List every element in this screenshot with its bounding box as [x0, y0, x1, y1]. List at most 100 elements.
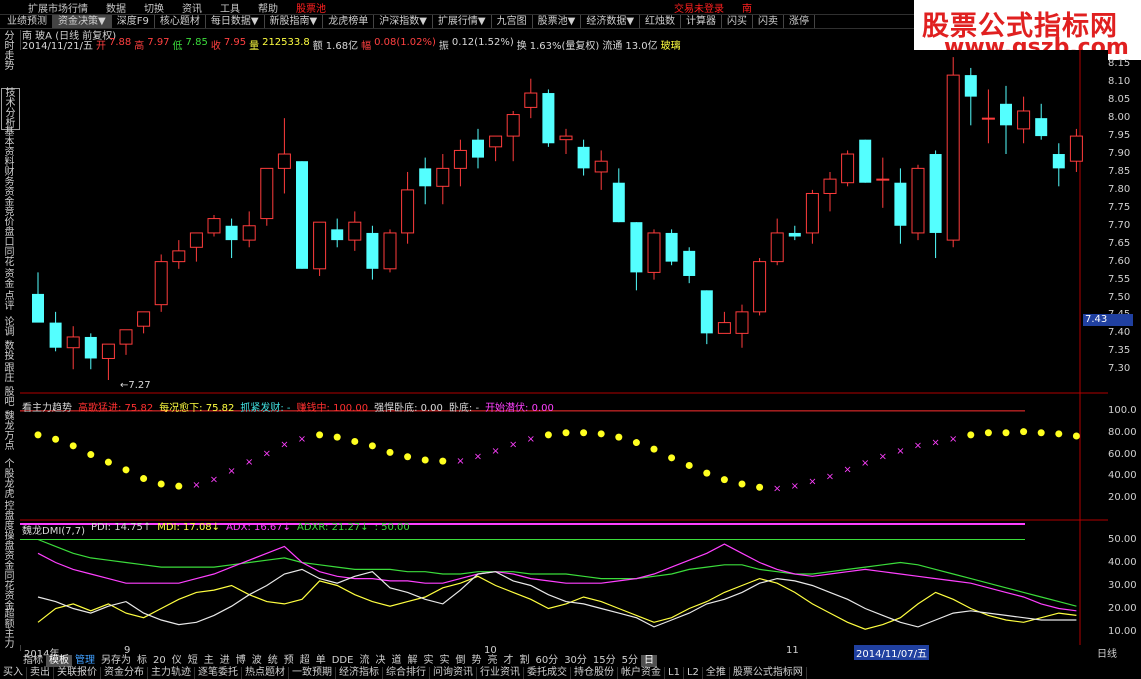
candle-body	[665, 232, 678, 262]
status-item[interactable]: L1	[665, 667, 684, 679]
indicator-tab[interactable]: 30分	[561, 655, 590, 667]
indicator-tab[interactable]: 仪	[169, 655, 185, 667]
status-item[interactable]: 帐户资金	[618, 667, 665, 679]
indicator-tab[interactable]: 超	[297, 655, 313, 667]
sidebar-item[interactable]: 论调	[1, 318, 18, 338]
indicator-tab[interactable]: 15分	[590, 655, 619, 667]
status-item[interactable]: 资金分布	[101, 667, 148, 679]
status-item[interactable]: 问询资讯	[430, 667, 477, 679]
status-item[interactable]: 关联报价	[54, 667, 101, 679]
status-item[interactable]: 主力轨迹	[148, 667, 195, 679]
status-item[interactable]: 一致预期	[289, 667, 336, 679]
indicator-tab[interactable]: 实	[436, 655, 452, 667]
toolbar-item[interactable]: 股票池▼	[533, 15, 582, 28]
login-status[interactable]: 交易未登录	[674, 0, 724, 15]
menu-item[interactable]: 扩展市场行情	[28, 0, 88, 15]
sidebar-item[interactable]: 分时走势	[1, 32, 18, 72]
indicator-tab[interactable]: 5分	[619, 655, 641, 667]
sidebar-item[interactable]: 基本资料	[1, 128, 18, 168]
indicator-tab[interactable]: 日	[641, 655, 658, 667]
toolbar-item[interactable]: 闪买	[722, 15, 754, 28]
indicator-tab[interactable]: 另存为	[98, 655, 134, 667]
menu-item[interactable]: 工具	[220, 0, 240, 15]
toolbar-item[interactable]: 计算器	[681, 15, 723, 28]
sidebar-item[interactable]: 财务资金	[1, 168, 18, 208]
indicator-tab[interactable]: 才	[500, 655, 516, 667]
stock-pool-link[interactable]: 股票池	[296, 0, 326, 15]
indicator-tab[interactable]: 倒	[452, 655, 468, 667]
toolbar-item[interactable]: 每日数据▼	[206, 15, 265, 28]
indicator-tab[interactable]: 单	[313, 655, 329, 667]
status-item[interactable]: 综合排行	[383, 667, 430, 679]
toolbar-item[interactable]: 扩展行情▼	[433, 15, 492, 28]
status-item[interactable]: 行业资讯	[477, 667, 524, 679]
status-item[interactable]: 逐笔委托	[195, 667, 242, 679]
sidebar-item[interactable]: 控盘度	[1, 502, 18, 532]
status-item[interactable]: 卖出	[27, 667, 54, 679]
toolbar-item[interactable]: 新股指南▼	[265, 15, 324, 28]
indicator-tab[interactable]: 指标	[20, 655, 46, 667]
status-item[interactable]: 股票公式指标网	[730, 667, 807, 679]
sidebar-item[interactable]: 股吧	[1, 388, 18, 408]
menu-item[interactable]: 数据	[106, 0, 126, 15]
toolbar-item[interactable]: 沪深指数▼	[374, 15, 433, 28]
sub1-name[interactable]: 看主力趋势	[22, 399, 72, 414]
indicator-tab[interactable]: 割	[516, 655, 532, 667]
indicator-tab[interactable]: 道	[388, 655, 404, 667]
toolbar-item[interactable]: 九宫图	[492, 15, 533, 28]
status-item[interactable]: 经济指标	[336, 667, 383, 679]
toolbar-item[interactable]: 经济数据▼	[581, 15, 641, 28]
indicator-tab[interactable]: 实	[420, 655, 436, 667]
sidebar-item[interactable]: 资金	[1, 270, 18, 290]
sidebar-item[interactable]: 同花	[1, 248, 18, 268]
sidebar-item[interactable]: 数投	[1, 342, 18, 362]
indicator-tab[interactable]: 模板	[46, 655, 72, 667]
indicator-tab[interactable]: 决	[372, 655, 388, 667]
menu-item[interactable]: 切换	[144, 0, 164, 15]
indicator-tab[interactable]: 预	[281, 655, 297, 667]
toolbar-item[interactable]: 红烛数	[640, 15, 682, 28]
toolbar-item[interactable]: 涨停	[784, 15, 816, 28]
indicator-tab[interactable]: 统	[265, 655, 281, 667]
status-item[interactable]: 委托成交	[524, 667, 571, 679]
indicator-tab[interactable]: 短	[185, 655, 201, 667]
toolbar-item[interactable]: 深度F9	[112, 15, 155, 28]
sidebar-item[interactable]: 跟庄	[1, 364, 18, 384]
indicator-tab[interactable]: 解	[404, 655, 420, 667]
sidebar-item[interactable]: 万点	[1, 432, 18, 452]
toolbar-item[interactable]: 核心题材	[155, 15, 206, 28]
menu-item[interactable]: 资讯	[182, 0, 202, 15]
indicator-tab[interactable]: 20	[150, 655, 169, 667]
sidebar-item[interactable]: 魏龙	[1, 412, 18, 432]
status-item[interactable]: L2	[684, 667, 703, 679]
sidebar-item[interactable]: 超额主力	[1, 610, 18, 650]
status-item[interactable]: 买入	[0, 667, 27, 679]
status-item[interactable]: 持仓股份	[571, 667, 618, 679]
sidebar-item[interactable]: 操盘资金	[1, 532, 18, 572]
indicator-tab[interactable]: 流	[356, 655, 372, 667]
indicator-tab[interactable]: 进	[217, 655, 233, 667]
sector-label[interactable]: 玻璃	[661, 37, 681, 52]
status-item[interactable]: 热点题材	[242, 667, 289, 679]
sidebar-item[interactable]: 点评	[1, 292, 18, 312]
indicator-tab[interactable]: 60分	[532, 655, 561, 667]
indicator-tab[interactable]: 亮	[484, 655, 500, 667]
indicator-tab[interactable]: 主	[201, 655, 217, 667]
sidebar-item[interactable]: 技术分析	[1, 88, 20, 130]
sidebar-item[interactable]: 竞价盘口	[1, 208, 18, 248]
chart-canvas[interactable]: × × × × × × × × × × × × × × × × × × × × × × ×	[20, 50, 1108, 645]
toolbar-item[interactable]: 闪卖	[753, 15, 785, 28]
sidebar-item[interactable]: 同花资金	[1, 572, 18, 612]
candle-body	[700, 290, 713, 334]
menu-item[interactable]: 帮助	[258, 0, 278, 15]
indicator-tab[interactable]: 势	[468, 655, 484, 667]
toolbar-item[interactable]: 龙虎榜单	[323, 15, 375, 28]
sub2-name[interactable]: 魏龙DMI(7,7)	[22, 522, 85, 537]
status-item[interactable]: 全推	[703, 667, 730, 679]
indicator-tab[interactable]: 管理	[72, 655, 98, 667]
indicator-tab[interactable]: 标	[134, 655, 150, 667]
indicator-tab[interactable]: DDE	[329, 655, 357, 667]
sidebar-item[interactable]: 个股龙虎	[1, 460, 18, 500]
indicator-tab[interactable]: 波	[249, 655, 265, 667]
indicator-tab[interactable]: 博	[233, 655, 249, 667]
